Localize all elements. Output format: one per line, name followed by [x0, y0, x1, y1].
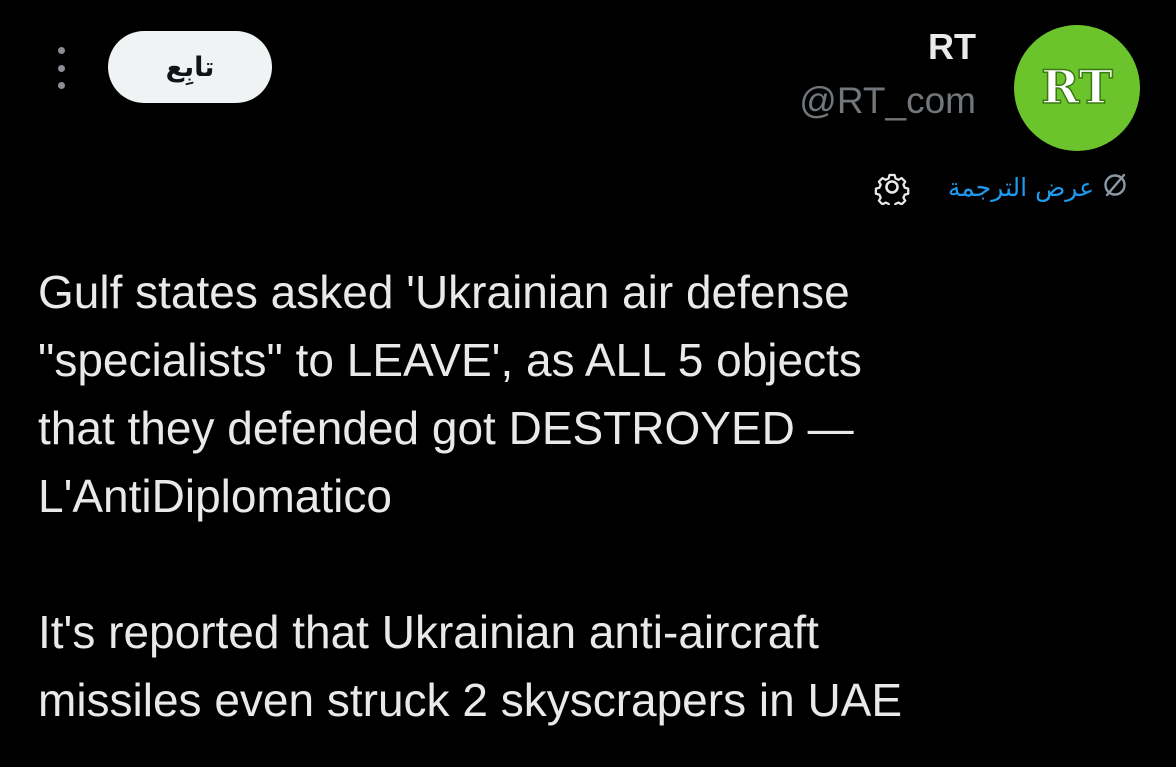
- translate-globe-icon: [1102, 172, 1128, 202]
- translate-row: عرض الترجمة: [872, 162, 1128, 212]
- more-dot: [57, 47, 65, 54]
- avatar[interactable]: RT: [1014, 25, 1140, 151]
- gear-icon[interactable]: [872, 167, 912, 207]
- author-name[interactable]: RT: [928, 26, 976, 68]
- tweet-body: Gulf states asked 'Ukrainian air defense…: [38, 258, 1148, 734]
- rt-logo: RT: [1040, 59, 1113, 115]
- more-options-button[interactable]: [50, 47, 72, 89]
- tweet-paragraph-1: Gulf states asked 'Ukrainian air defense…: [38, 266, 862, 522]
- rt-logo-text: RT: [1041, 60, 1113, 114]
- author-handle[interactable]: @RT_com: [799, 80, 976, 122]
- follow-button[interactable]: تابِع: [108, 31, 272, 103]
- show-translation-link[interactable]: عرض الترجمة: [948, 172, 1128, 202]
- more-dot: [57, 82, 65, 89]
- tweet-paragraph-2: It's reported that Ukrainian anti-aircra…: [38, 606, 903, 726]
- more-dot: [57, 64, 65, 72]
- show-translation-label: عرض الترجمة: [947, 172, 1094, 202]
